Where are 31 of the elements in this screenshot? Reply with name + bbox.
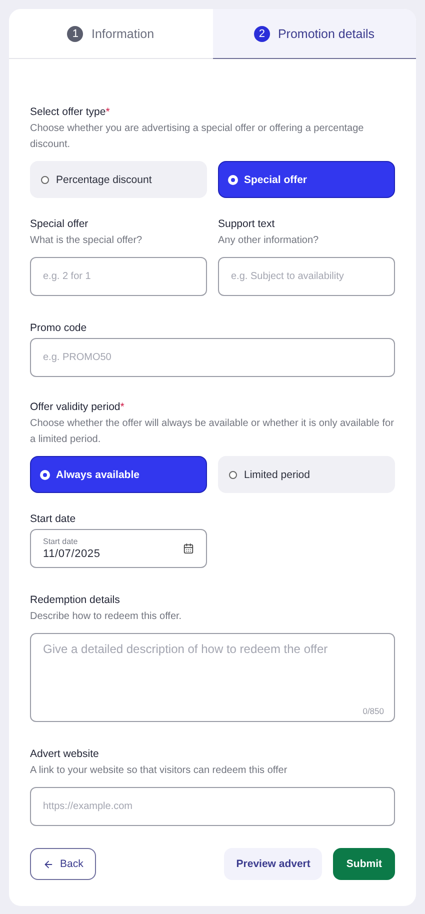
preview-button[interactable]: Preview advert bbox=[224, 848, 322, 880]
field-hint: Any other information? bbox=[218, 234, 320, 248]
step-tab[interactable]: 1 Information bbox=[9, 9, 212, 59]
back-button[interactable]: Back bbox=[30, 848, 96, 880]
field-hint: Choose whether you are advertising a special offer or offering a percentage discount. bbox=[30, 122, 365, 152]
text-field[interactable]: e.g. 2 for 1 bbox=[30, 257, 207, 296]
field-label: Advert website bbox=[30, 748, 100, 760]
field-hint: What is the special offer? bbox=[30, 234, 144, 248]
radio-option[interactable]: Limited period bbox=[218, 456, 395, 493]
field-label: Offer validity period* bbox=[30, 401, 126, 413]
field-label: Select offer type* bbox=[30, 106, 111, 118]
field-hint: Choose whether the offer will always be available or whether it is only available for a limited period. bbox=[30, 417, 395, 447]
text-field[interactable]: https://example.com bbox=[30, 787, 395, 826]
field-label: Start date bbox=[30, 513, 77, 525]
step-tab[interactable]: 2 Promotion details bbox=[212, 9, 416, 59]
field-label: Support text bbox=[218, 218, 276, 230]
submit-button[interactable]: Submit bbox=[333, 848, 395, 880]
date-field[interactable]: Start date 11/07/2025 bbox=[30, 529, 207, 568]
field-label: Promo code bbox=[30, 322, 88, 334]
field-label: Redemption details bbox=[30, 594, 121, 606]
calendar-icon[interactable] bbox=[183, 543, 194, 554]
radio-option[interactable]: Percentage discount bbox=[30, 161, 207, 198]
character-counter: 0/850 bbox=[362, 706, 384, 716]
arrow-left-icon bbox=[43, 858, 54, 870]
field-label: Special offer bbox=[30, 218, 90, 230]
radio-option[interactable]: Special offer bbox=[218, 161, 395, 198]
field-hint: Describe how to redeem this offer. bbox=[30, 610, 183, 624]
radio-option[interactable]: Always available bbox=[30, 456, 207, 493]
text-field[interactable]: e.g. PROMO50 bbox=[30, 338, 395, 377]
field-hint: A link to your website so that visitors can redeem this offer bbox=[30, 764, 288, 778]
text-field[interactable]: e.g. Subject to availability bbox=[218, 257, 395, 296]
